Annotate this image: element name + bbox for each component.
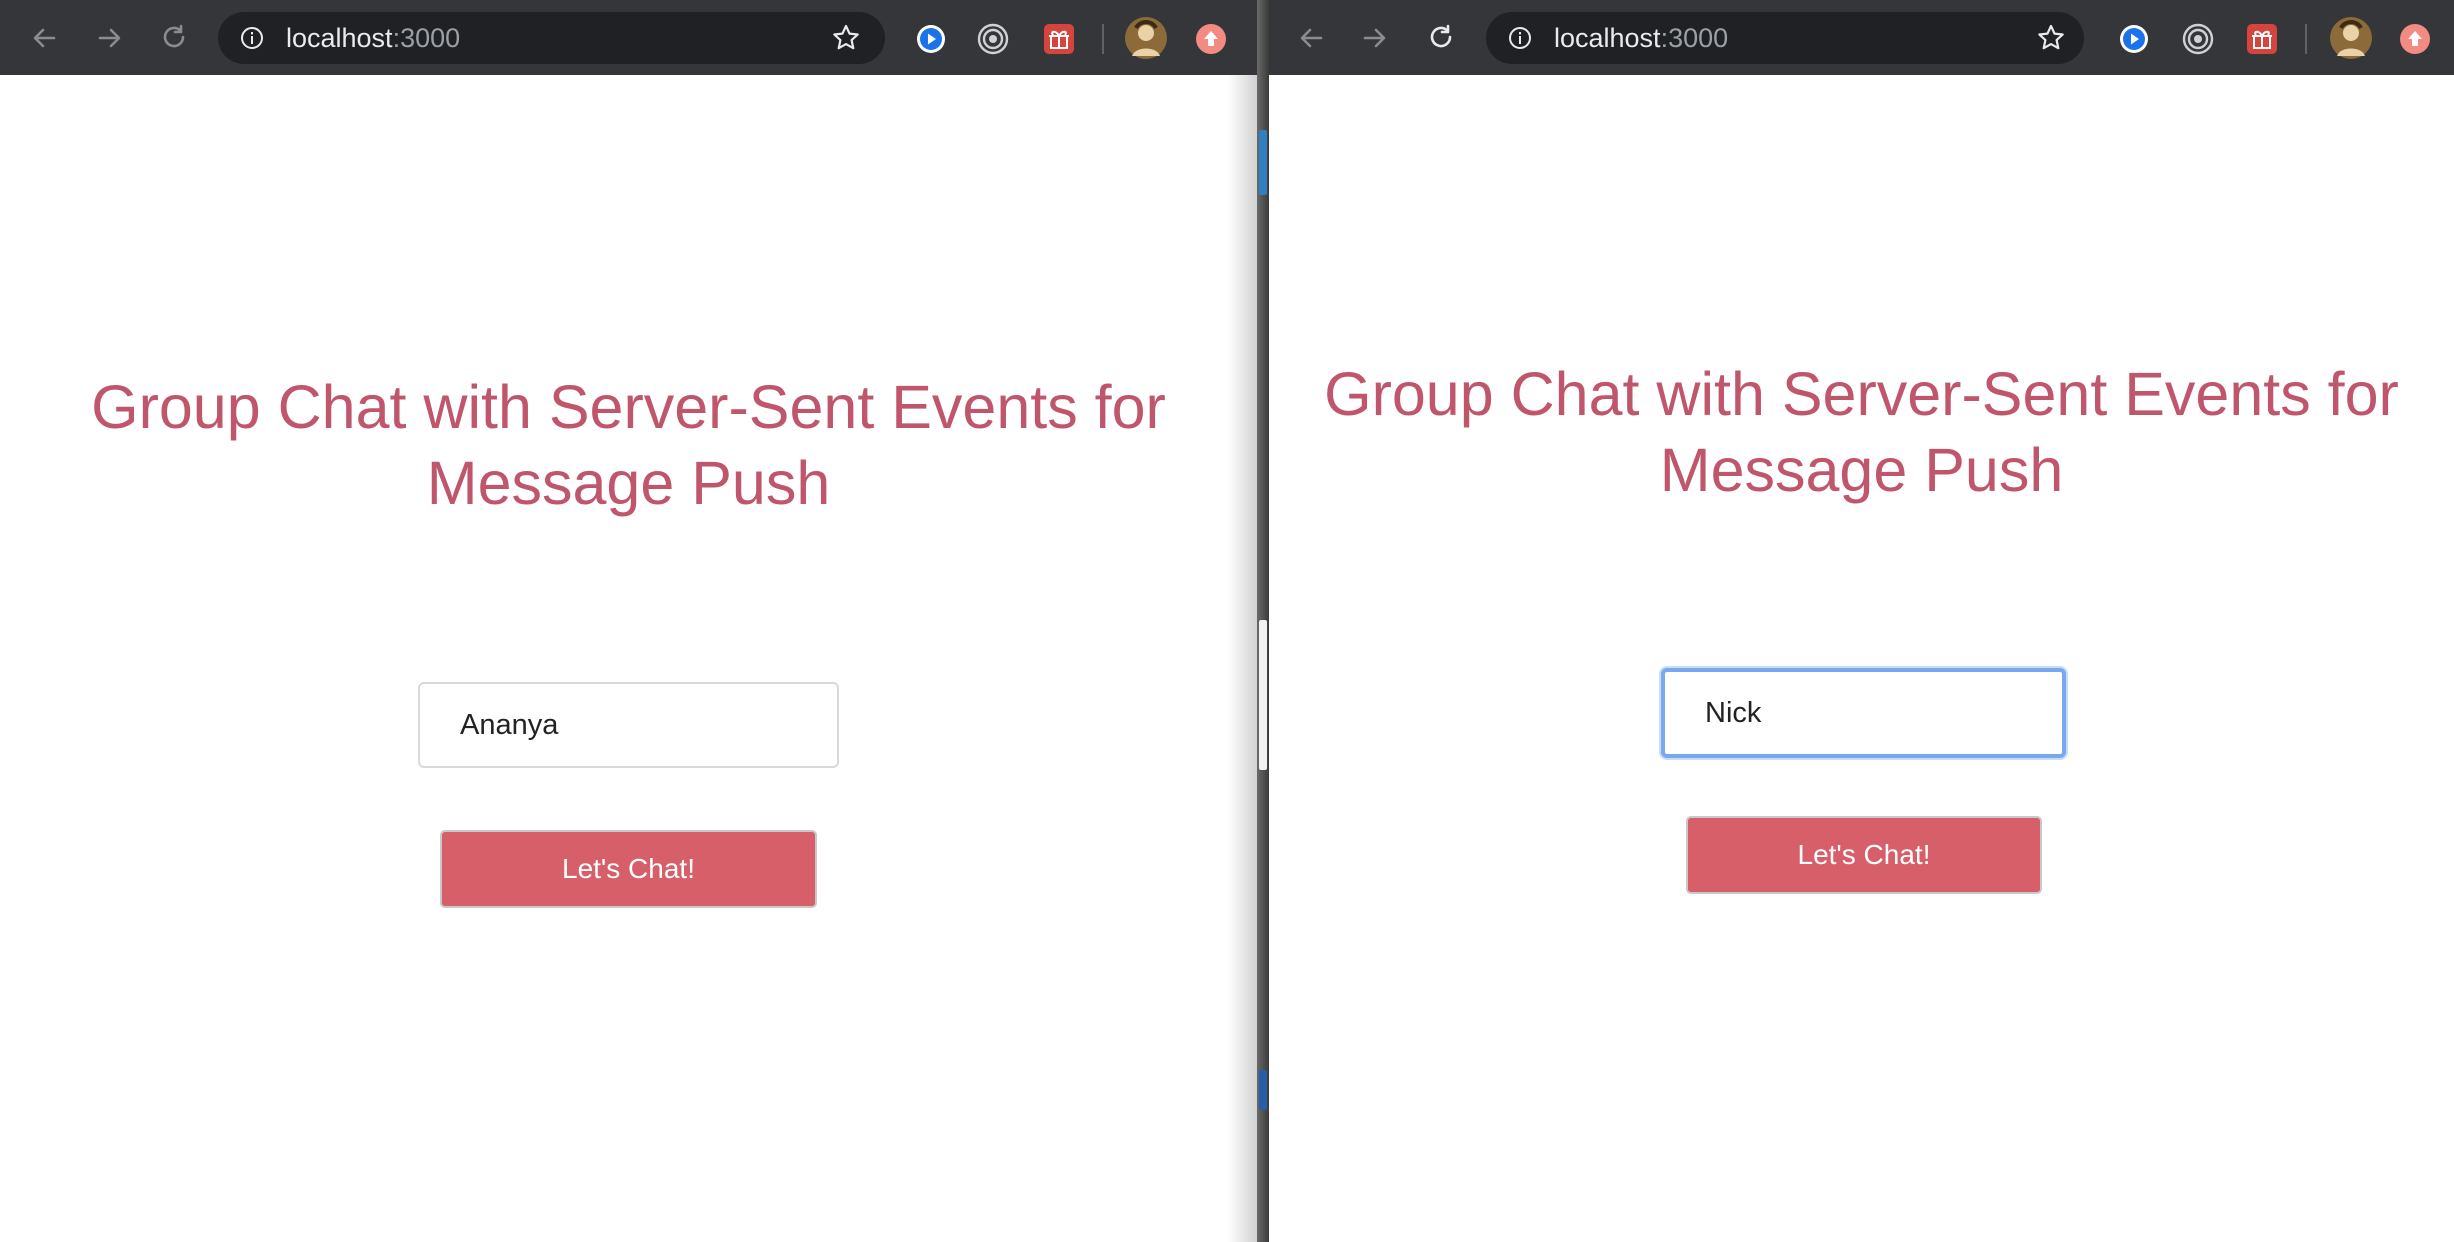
lets-chat-button[interactable]: Let's Chat! [440, 830, 817, 908]
browser-toolbar: localhost:3000 [0, 0, 1257, 75]
toolbar-separator [2305, 24, 2307, 54]
page-title: Group Chat with Server-Sent Events for M… [1324, 360, 2399, 504]
update-icon[interactable] [2398, 22, 2432, 56]
screen: localhost:3000 Group Chat with Server-Se… [0, 0, 2454, 1242]
back-arrow-icon[interactable] [26, 20, 62, 56]
media-play-extension-icon[interactable] [2117, 22, 2151, 56]
back-arrow-icon[interactable] [1293, 20, 1329, 56]
forward-arrow-icon[interactable] [1357, 20, 1393, 56]
target-extension-icon[interactable] [976, 22, 1010, 56]
address-bar[interactable]: localhost:3000 [1486, 12, 2084, 64]
username-input[interactable] [1661, 668, 2066, 758]
profile-avatar[interactable] [1124, 16, 1168, 60]
forward-arrow-icon[interactable] [92, 20, 128, 56]
media-play-extension-icon[interactable] [914, 22, 948, 56]
page-content: Group Chat with Server-Sent Events for M… [0, 75, 1257, 1242]
info-icon[interactable] [1508, 26, 1532, 50]
profile-avatar[interactable] [2329, 16, 2373, 60]
bookmark-star-icon[interactable] [831, 23, 861, 53]
page-content: Group Chat with Server-Sent Events for M… [1269, 75, 2454, 1242]
address-bar[interactable]: localhost:3000 [218, 12, 885, 64]
bookmark-star-icon[interactable] [2036, 23, 2066, 53]
window-edge-shadow [1227, 75, 1257, 1242]
info-icon[interactable] [240, 26, 264, 50]
url-port: :3000 [1660, 23, 1729, 53]
browser-window-left: localhost:3000 Group Chat with Server-Se… [0, 0, 1257, 1242]
browser-toolbar: localhost:3000 [1269, 0, 2454, 75]
address-url: localhost:3000 [1554, 12, 1728, 64]
reload-icon[interactable] [156, 20, 192, 56]
username-input[interactable] [418, 682, 839, 768]
target-extension-icon[interactable] [2181, 22, 2215, 56]
reload-icon[interactable] [1423, 20, 1459, 56]
gift-extension-icon[interactable] [1041, 21, 1077, 57]
page-title: Group Chat with Server-Sent Events for M… [91, 373, 1166, 517]
lets-chat-button[interactable]: Let's Chat! [1686, 816, 2042, 894]
url-host: localhost [1554, 23, 1661, 53]
url-port: :3000 [392, 23, 461, 53]
update-icon[interactable] [1194, 22, 1228, 56]
url-host: localhost [286, 23, 393, 53]
gift-extension-icon[interactable] [2244, 21, 2280, 57]
address-url: localhost:3000 [286, 12, 460, 64]
browser-window-right: localhost:3000 Group Chat with Server-Se… [1269, 0, 2454, 1242]
background-window-edge [1257, 0, 1269, 1242]
toolbar-separator [1102, 24, 1104, 54]
